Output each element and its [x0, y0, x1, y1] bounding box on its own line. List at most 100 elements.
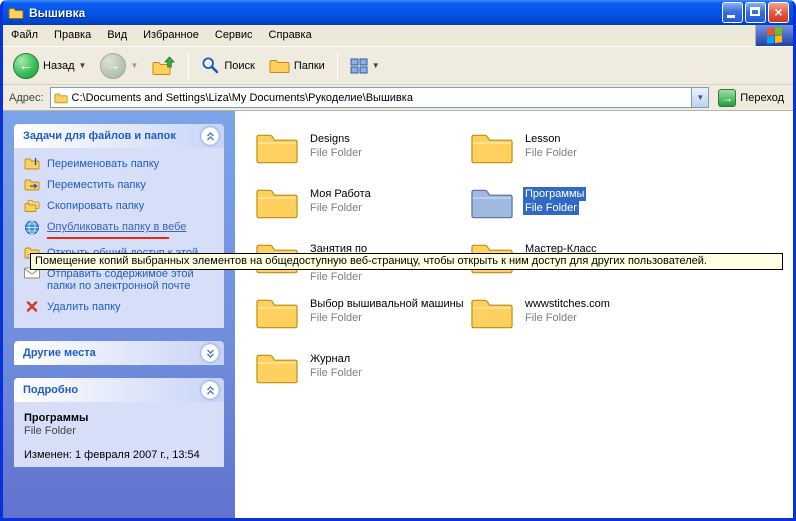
task-email-folder[interactable]: Отправить содержимое этой папки по элект…: [24, 268, 218, 292]
file-name: Моя Работа: [308, 188, 373, 200]
delete-icon: [24, 300, 40, 313]
task-label: Переименовать папку: [47, 158, 159, 170]
file-name: Designs: [308, 133, 352, 145]
folder-icon: [255, 130, 300, 166]
minimize-icon: [727, 15, 735, 18]
back-label: Назад: [43, 60, 75, 72]
sidebar: Задачи для файлов и папок Переименовать: [3, 111, 235, 518]
task-rename-folder[interactable]: Переименовать папку: [24, 158, 218, 170]
file-type: File Folder: [523, 147, 579, 159]
back-dropdown-icon: ▼: [79, 61, 87, 70]
file-type: File Folder: [523, 201, 579, 215]
close-button[interactable]: ×: [768, 2, 789, 23]
window-title: Вышивка: [29, 6, 722, 20]
file-item-designs[interactable]: Designs File Folder: [255, 130, 470, 185]
panel-other-places: Другие места: [14, 341, 224, 365]
toolbar-separator: [337, 52, 338, 80]
folder-icon: [255, 295, 300, 331]
file-item-programs-selected[interactable]: ПрограммыFile Folder: [470, 185, 685, 240]
folder-icon: [255, 350, 300, 386]
panel-details: Подробно Программы File Folder Изменен: …: [14, 378, 224, 467]
menu-bar: Файл Правка Вид Избранное Сервис Справка: [3, 25, 793, 47]
forward-icon: →: [100, 53, 126, 79]
back-button[interactable]: ← Назад ▼: [7, 50, 92, 82]
task-move-folder[interactable]: Переместить папку: [24, 179, 218, 191]
expand-button[interactable]: [201, 344, 219, 362]
folders-button[interactable]: Папки: [263, 55, 331, 77]
address-combo[interactable]: ▼: [50, 87, 710, 108]
task-label: Опубликовать папку в вебе: [47, 221, 186, 233]
maximize-button[interactable]: [745, 2, 766, 23]
forward-dropdown-icon: ▼: [130, 61, 138, 70]
panel-header-details[interactable]: Подробно: [14, 378, 224, 402]
file-item-journal[interactable]: ЖурналFile Folder: [255, 350, 470, 405]
search-button[interactable]: Поиск: [195, 53, 260, 78]
views-button[interactable]: ▼: [344, 55, 386, 77]
details-folder-type: File Folder: [24, 425, 218, 437]
address-dropdown-button[interactable]: ▼: [691, 88, 708, 107]
menu-edit[interactable]: Правка: [46, 25, 99, 46]
folders-label: Папки: [294, 60, 325, 72]
menu-view[interactable]: Вид: [99, 25, 135, 46]
title-bar[interactable]: Вышивка ×: [3, 0, 793, 25]
menu-help[interactable]: Справка: [261, 25, 320, 46]
go-icon: →: [718, 89, 736, 107]
collapse-button[interactable]: [201, 127, 219, 145]
file-name: Lesson: [523, 133, 562, 145]
tooltip: Помещение копий выбранных элементов на о…: [30, 253, 783, 270]
file-item-my-work[interactable]: Моя РаботаFile Folder: [255, 185, 470, 240]
chevron-up-icon: [206, 386, 215, 395]
minimize-button[interactable]: [722, 2, 743, 23]
menu-favorites[interactable]: Избранное: [135, 25, 207, 46]
file-type: File Folder: [308, 271, 364, 283]
up-folder-icon: [152, 56, 176, 76]
file-item-lesson[interactable]: Lesson File Folder: [470, 130, 685, 185]
chevron-up-icon: [206, 132, 215, 141]
file-item-wwwstitches[interactable]: wwwstitches.comFile Folder: [470, 295, 685, 350]
address-input[interactable]: [72, 89, 688, 106]
forward-button[interactable]: → ▼: [94, 50, 144, 82]
go-label: Переход: [740, 92, 784, 104]
address-folder-icon: [54, 92, 68, 104]
folders-icon: [269, 58, 290, 74]
file-type: File Folder: [523, 312, 579, 324]
maximize-icon: [750, 7, 760, 16]
file-type: File Folder: [308, 312, 364, 324]
details-modified-date: Изменен: 1 февраля 2007 г., 13:54: [24, 449, 218, 461]
back-icon: ←: [13, 53, 39, 79]
file-name: Выбор вышивальной машины: [308, 298, 466, 310]
windows-logo: [755, 25, 793, 46]
panel-title: Подробно: [23, 384, 78, 396]
address-label: Адрес:: [9, 92, 44, 104]
task-label: Скопировать папку: [47, 200, 144, 212]
panel-header-tasks[interactable]: Задачи для файлов и папок: [14, 124, 224, 148]
menu-file[interactable]: Файл: [3, 25, 46, 46]
menu-tools[interactable]: Сервис: [207, 25, 261, 46]
selected-folder-icon: [470, 185, 515, 221]
toolbar-separator: [188, 52, 189, 80]
panel-body-tasks: Переименовать папку Переместить папку: [14, 148, 224, 328]
task-copy-folder[interactable]: Скопировать папку: [24, 200, 218, 212]
file-type: File Folder: [308, 367, 364, 379]
copy-folder-icon: [24, 199, 40, 212]
red-underline-annotation: [47, 237, 169, 239]
rename-folder-icon: [24, 157, 40, 170]
content-area: Задачи для файлов и папок Переименовать: [3, 111, 793, 518]
window-folder-icon: [8, 6, 24, 20]
close-icon: ×: [774, 4, 782, 20]
task-label: Отправить содержимое этой папки по элект…: [47, 268, 218, 292]
chevron-down-icon: [206, 349, 215, 358]
panel-body-details: Программы File Folder Изменен: 1 февраля…: [14, 402, 224, 467]
file-item-embroidery-machine-choice[interactable]: Выбор вышивальной машины File Folder: [255, 295, 470, 350]
go-button[interactable]: → Переход: [715, 88, 787, 108]
task-delete-folder[interactable]: Удалить папку: [24, 301, 218, 313]
file-name: Программы: [523, 187, 586, 201]
move-folder-icon: [24, 178, 40, 191]
file-type: File Folder: [308, 147, 364, 159]
file-list-area[interactable]: Designs File Folder Lesson File Folder Моя…: [235, 111, 793, 518]
collapse-button[interactable]: [201, 381, 219, 399]
panel-header-other-places[interactable]: Другие места: [14, 341, 224, 365]
up-button[interactable]: [146, 53, 182, 79]
toolbar: ← Назад ▼ → ▼ Поиск Папки: [3, 47, 793, 85]
task-publish-folder-to-web[interactable]: Опубликовать папку в вебе: [24, 221, 218, 235]
